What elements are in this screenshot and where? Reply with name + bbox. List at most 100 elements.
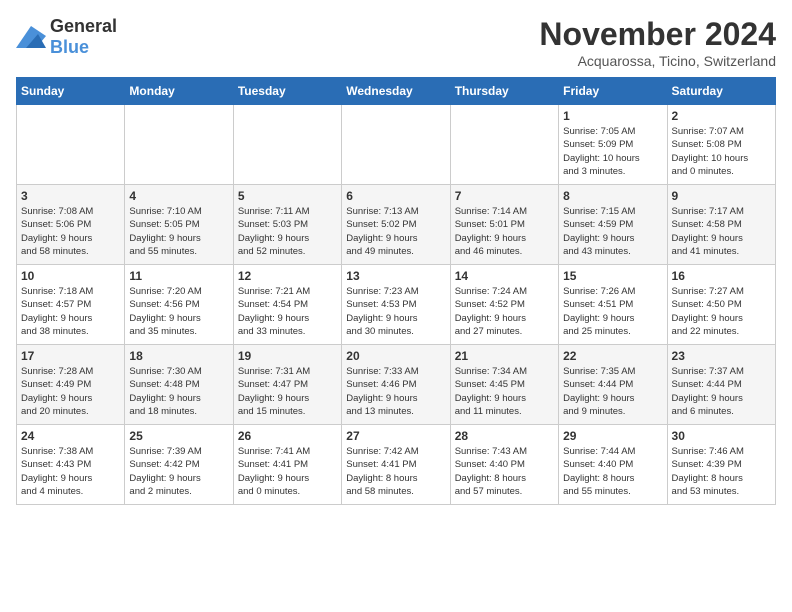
day-info: Sunrise: 7:10 AM Sunset: 5:05 PM Dayligh… [129, 205, 228, 258]
day-number: 19 [238, 349, 337, 363]
day-number: 9 [672, 189, 771, 203]
calendar-cell [125, 105, 233, 185]
day-info: Sunrise: 7:28 AM Sunset: 4:49 PM Dayligh… [21, 365, 120, 418]
weekday-header-saturday: Saturday [667, 78, 775, 105]
day-number: 12 [238, 269, 337, 283]
day-info: Sunrise: 7:18 AM Sunset: 4:57 PM Dayligh… [21, 285, 120, 338]
weekday-header-tuesday: Tuesday [233, 78, 341, 105]
day-info: Sunrise: 7:23 AM Sunset: 4:53 PM Dayligh… [346, 285, 445, 338]
calendar-cell: 14 Sunrise: 7:24 AM Sunset: 4:52 PM Dayli… [450, 265, 558, 345]
day-number: 5 [238, 189, 337, 203]
day-info: Sunrise: 7:30 AM Sunset: 4:48 PM Dayligh… [129, 365, 228, 418]
day-info: Sunrise: 7:33 AM Sunset: 4:46 PM Dayligh… [346, 365, 445, 418]
day-number: 18 [129, 349, 228, 363]
calendar-cell: 26Sunrise: 7:41 AM Sunset: 4:41 PM Dayli… [233, 425, 341, 505]
calendar-cell: 18 Sunrise: 7:30 AM Sunset: 4:48 PM Dayli… [125, 345, 233, 425]
weekday-header-wednesday: Wednesday [342, 78, 450, 105]
day-info: Sunrise: 7:08 AM Sunset: 5:06 PM Dayligh… [21, 205, 120, 258]
day-number: 11 [129, 269, 228, 283]
logo: General Blue [16, 16, 117, 58]
day-number: 7 [455, 189, 554, 203]
calendar-cell: 7 Sunrise: 7:14 AM Sunset: 5:01 PM Daylig… [450, 185, 558, 265]
day-number: 8 [563, 189, 662, 203]
day-info: Sunrise: 7:20 AM Sunset: 4:56 PM Dayligh… [129, 285, 228, 338]
day-number: 27 [346, 429, 445, 443]
day-number: 1 [563, 109, 662, 123]
calendar-cell: 16 Sunrise: 7:27 AM Sunset: 4:50 PM Dayli… [667, 265, 775, 345]
day-number: 15 [563, 269, 662, 283]
day-info: Sunrise: 7:41 AM Sunset: 4:41 PM Dayligh… [238, 445, 337, 498]
day-number: 6 [346, 189, 445, 203]
calendar-cell: 15 Sunrise: 7:26 AM Sunset: 4:51 PM Dayli… [559, 265, 667, 345]
calendar-cell: 21 Sunrise: 7:34 AM Sunset: 4:45 PM Dayli… [450, 345, 558, 425]
calendar-cell: 24 Sunrise: 7:38 AM Sunset: 4:43 PM Dayli… [17, 425, 125, 505]
calendar-cell: 27Sunrise: 7:42 AM Sunset: 4:41 PM Dayli… [342, 425, 450, 505]
weekday-header-row: SundayMondayTuesdayWednesdayThursdayFrid… [17, 78, 776, 105]
calendar-cell: 22 Sunrise: 7:35 AM Sunset: 4:44 PM Dayli… [559, 345, 667, 425]
calendar-cell: 11 Sunrise: 7:20 AM Sunset: 4:56 PM Dayli… [125, 265, 233, 345]
calendar-cell: 23Sunrise: 7:37 AM Sunset: 4:44 PM Dayli… [667, 345, 775, 425]
day-info: Sunrise: 7:31 AM Sunset: 4:47 PM Dayligh… [238, 365, 337, 418]
day-info: Sunrise: 7:13 AM Sunset: 5:02 PM Dayligh… [346, 205, 445, 258]
calendar-cell: 8 Sunrise: 7:15 AM Sunset: 4:59 PM Daylig… [559, 185, 667, 265]
calendar-cell: 25 Sunrise: 7:39 AM Sunset: 4:42 PM Dayli… [125, 425, 233, 505]
day-number: 25 [129, 429, 228, 443]
calendar-cell: 13Sunrise: 7:23 AM Sunset: 4:53 PM Dayli… [342, 265, 450, 345]
weekday-header-monday: Monday [125, 78, 233, 105]
day-info: Sunrise: 7:39 AM Sunset: 4:42 PM Dayligh… [129, 445, 228, 498]
logo-icon [16, 26, 46, 48]
day-number: 3 [21, 189, 120, 203]
day-info: Sunrise: 7:21 AM Sunset: 4:54 PM Dayligh… [238, 285, 337, 338]
day-info: Sunrise: 7:11 AM Sunset: 5:03 PM Dayligh… [238, 205, 337, 258]
day-info: Sunrise: 7:05 AM Sunset: 5:09 PM Dayligh… [563, 125, 662, 178]
logo-text-general: General [50, 16, 117, 36]
day-number: 2 [672, 109, 771, 123]
calendar-cell [450, 105, 558, 185]
day-number: 24 [21, 429, 120, 443]
day-number: 29 [563, 429, 662, 443]
calendar-cell: 1 Sunrise: 7:05 AM Sunset: 5:09 PM Daylig… [559, 105, 667, 185]
day-number: 4 [129, 189, 228, 203]
calendar-cell: 30 Sunrise: 7:46 AM Sunset: 4:39 PM Dayli… [667, 425, 775, 505]
calendar-cell [17, 105, 125, 185]
calendar-cell: 6 Sunrise: 7:13 AM Sunset: 5:02 PM Daylig… [342, 185, 450, 265]
day-number: 21 [455, 349, 554, 363]
weekday-header-sunday: Sunday [17, 78, 125, 105]
calendar-subtitle: Acquarossa, Ticino, Switzerland [539, 53, 776, 69]
calendar-cell: 2 Sunrise: 7:07 AM Sunset: 5:08 PM Daylig… [667, 105, 775, 185]
day-info: Sunrise: 7:44 AM Sunset: 4:40 PM Dayligh… [563, 445, 662, 498]
calendar-cell: 5 Sunrise: 7:11 AM Sunset: 5:03 PM Daylig… [233, 185, 341, 265]
calendar-week-2: 3 Sunrise: 7:08 AM Sunset: 5:06 PM Daylig… [17, 185, 776, 265]
day-number: 23 [672, 349, 771, 363]
day-number: 28 [455, 429, 554, 443]
day-number: 22 [563, 349, 662, 363]
day-info: Sunrise: 7:07 AM Sunset: 5:08 PM Dayligh… [672, 125, 771, 178]
calendar-title: November 2024 [539, 16, 776, 53]
calendar-week-1: 1 Sunrise: 7:05 AM Sunset: 5:09 PM Daylig… [17, 105, 776, 185]
day-info: Sunrise: 7:38 AM Sunset: 4:43 PM Dayligh… [21, 445, 120, 498]
day-info: Sunrise: 7:27 AM Sunset: 4:50 PM Dayligh… [672, 285, 771, 338]
day-number: 10 [21, 269, 120, 283]
calendar-cell: 29 Sunrise: 7:44 AM Sunset: 4:40 PM Dayli… [559, 425, 667, 505]
day-info: Sunrise: 7:35 AM Sunset: 4:44 PM Dayligh… [563, 365, 662, 418]
weekday-header-friday: Friday [559, 78, 667, 105]
calendar-cell: 20Sunrise: 7:33 AM Sunset: 4:46 PM Dayli… [342, 345, 450, 425]
day-info: Sunrise: 7:24 AM Sunset: 4:52 PM Dayligh… [455, 285, 554, 338]
day-info: Sunrise: 7:15 AM Sunset: 4:59 PM Dayligh… [563, 205, 662, 258]
day-info: Sunrise: 7:14 AM Sunset: 5:01 PM Dayligh… [455, 205, 554, 258]
calendar-cell: 4 Sunrise: 7:10 AM Sunset: 5:05 PM Daylig… [125, 185, 233, 265]
day-info: Sunrise: 7:46 AM Sunset: 4:39 PM Dayligh… [672, 445, 771, 498]
day-number: 14 [455, 269, 554, 283]
day-number: 30 [672, 429, 771, 443]
weekday-header-thursday: Thursday [450, 78, 558, 105]
calendar-cell [233, 105, 341, 185]
calendar-cell: 17Sunrise: 7:28 AM Sunset: 4:49 PM Dayli… [17, 345, 125, 425]
calendar-week-5: 24 Sunrise: 7:38 AM Sunset: 4:43 PM Dayli… [17, 425, 776, 505]
day-info: Sunrise: 7:34 AM Sunset: 4:45 PM Dayligh… [455, 365, 554, 418]
calendar-cell: 9Sunrise: 7:17 AM Sunset: 4:58 PM Daylig… [667, 185, 775, 265]
day-info: Sunrise: 7:26 AM Sunset: 4:51 PM Dayligh… [563, 285, 662, 338]
page-header: General Blue November 2024 Acquarossa, T… [16, 16, 776, 69]
calendar-table: SundayMondayTuesdayWednesdayThursdayFrid… [16, 77, 776, 505]
day-number: 16 [672, 269, 771, 283]
calendar-cell: 19 Sunrise: 7:31 AM Sunset: 4:47 PM Dayli… [233, 345, 341, 425]
